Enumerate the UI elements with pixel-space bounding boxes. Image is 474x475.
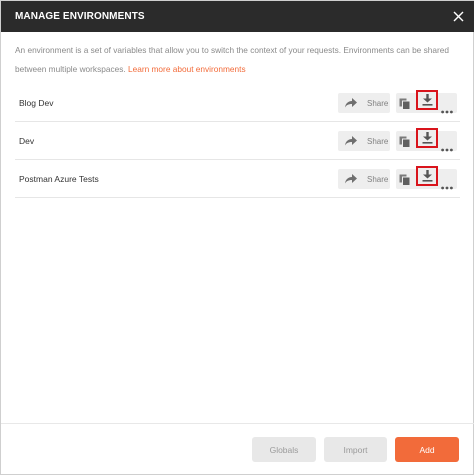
environment-row: Blog Dev Share — [15, 84, 460, 122]
share-button[interactable]: Share — [338, 93, 390, 113]
environment-list: Blog Dev Share Dev Share Postman Azure T… — [15, 84, 460, 198]
more-dots-icon[interactable] — [441, 177, 453, 190]
duplicate-icon[interactable] — [399, 97, 411, 110]
share-button[interactable]: Share — [338, 169, 390, 189]
download-button[interactable] — [416, 90, 438, 110]
environment-name[interactable]: Blog Dev — [19, 98, 54, 108]
share-label: Share — [367, 174, 389, 184]
share-arrow-icon — [345, 98, 357, 108]
download-button[interactable] — [416, 166, 438, 186]
modal-title: MANAGE ENVIRONMENTS — [15, 11, 145, 22]
environment-actions — [396, 128, 457, 152]
duplicate-icon[interactable] — [399, 135, 411, 148]
download-button[interactable] — [416, 128, 438, 148]
environment-row: Postman Azure Tests Share — [15, 160, 460, 198]
environment-actions — [396, 166, 457, 190]
environment-actions — [396, 90, 457, 114]
environment-name[interactable]: Postman Azure Tests — [19, 174, 99, 184]
footer-divider — [1, 423, 474, 424]
share-label: Share — [367, 136, 389, 146]
duplicate-icon[interactable] — [399, 173, 411, 186]
modal-description: An environment is a set of variables tha… — [15, 41, 463, 79]
download-icon — [422, 170, 432, 182]
share-arrow-icon — [345, 136, 357, 146]
manage-environments-modal: MANAGE ENVIRONMENTS An environment is a … — [0, 0, 474, 475]
share-button[interactable]: Share — [338, 131, 390, 151]
import-button[interactable]: Import — [324, 437, 387, 462]
share-arrow-icon — [345, 174, 357, 184]
more-dots-icon[interactable] — [441, 139, 453, 152]
learn-more-link[interactable]: Learn more about environments — [128, 64, 246, 74]
share-label: Share — [367, 98, 389, 108]
download-icon — [422, 94, 432, 106]
close-icon[interactable] — [452, 10, 465, 23]
modal-titlebar: MANAGE ENVIRONMENTS — [1, 1, 474, 32]
environment-row: Dev Share — [15, 122, 460, 160]
environment-name[interactable]: Dev — [19, 136, 34, 146]
add-button[interactable]: Add — [395, 437, 459, 462]
more-dots-icon[interactable] — [441, 101, 453, 114]
download-icon — [422, 132, 432, 144]
globals-button[interactable]: Globals — [252, 437, 316, 462]
